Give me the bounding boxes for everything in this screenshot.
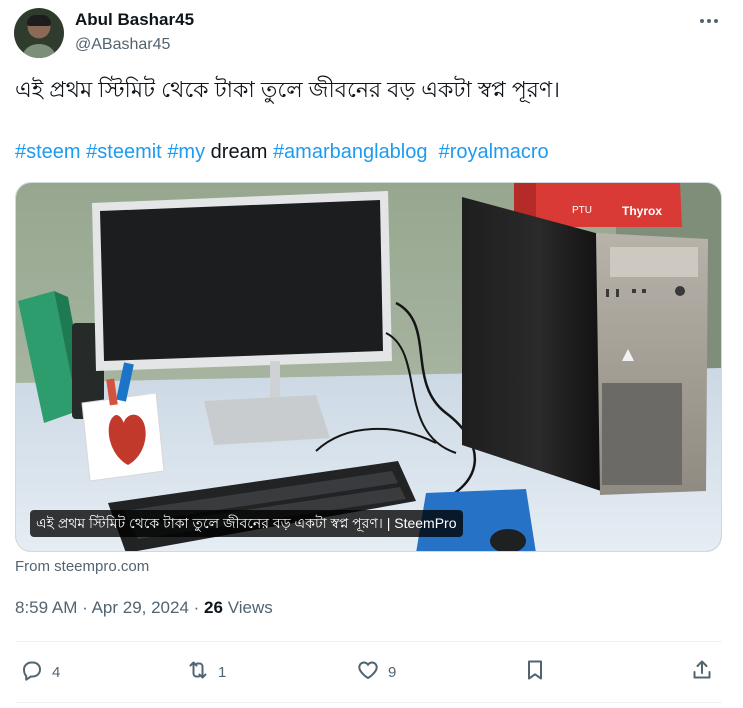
tweet-text: এই প্রথম স্টিমিট থেকে টাকা তুলে জীবনের ব… [15,77,561,102]
views-label: Views [227,598,273,617]
share-icon [690,658,714,686]
box-brand: Thyrox [622,204,662,218]
reply-count: 4 [52,663,61,681]
link-card-caption[interactable]: এই প্রথম স্টিমিট থেকে টাকা তুলে জীবনের ব… [30,510,463,537]
like-button[interactable]: 9 [356,652,396,692]
views-count: 26 [204,598,223,617]
tweet-meta: 8:59 AM · Apr 29, 2024 · 26 Views [15,598,273,618]
bookmark-button[interactable] [523,652,547,692]
hashtag-line: #steem #steemit #my dream #amarbanglablo… [15,138,549,166]
bookmark-icon [523,658,547,686]
share-button[interactable] [690,652,714,692]
repost-icon [186,658,210,686]
like-count: 9 [388,663,397,681]
plain-word-dream: dream [210,141,268,163]
tweet-date[interactable]: Apr 29, 2024 [92,598,189,617]
box-label: PTU [572,205,592,216]
hashtag-amarbanglablog[interactable]: #amarbanglablog [273,141,428,163]
divider [15,702,722,703]
action-bar: 4 1 9 [0,652,743,692]
repost-count: 1 [218,663,227,681]
avatar[interactable] [14,8,64,58]
link-source[interactable]: From steempro.com [15,558,149,575]
hashtag-my[interactable]: #my [167,141,205,163]
photo-desk-computer: Thyrox PTU [16,183,721,551]
repost-button[interactable]: 1 [186,652,226,692]
link-card-image[interactable]: Thyrox PTU [15,182,722,552]
reply-button[interactable]: 4 [20,652,60,692]
reply-icon [20,658,44,686]
tweet-time[interactable]: 8:59 AM [15,598,77,617]
meta-separator: · [82,598,92,617]
author-name[interactable]: Abul Bashar45 [75,10,194,30]
more-icon[interactable] [696,11,722,31]
hashtag-royalmacro[interactable]: #royalmacro [439,141,549,163]
meta-separator: · [193,598,205,617]
hashtag-steem[interactable]: #steem [15,141,81,163]
hashtag-steemit[interactable]: #steemit [86,141,162,163]
divider [15,641,722,642]
author-handle[interactable]: @ABashar45 [75,36,170,54]
like-icon [356,658,380,686]
